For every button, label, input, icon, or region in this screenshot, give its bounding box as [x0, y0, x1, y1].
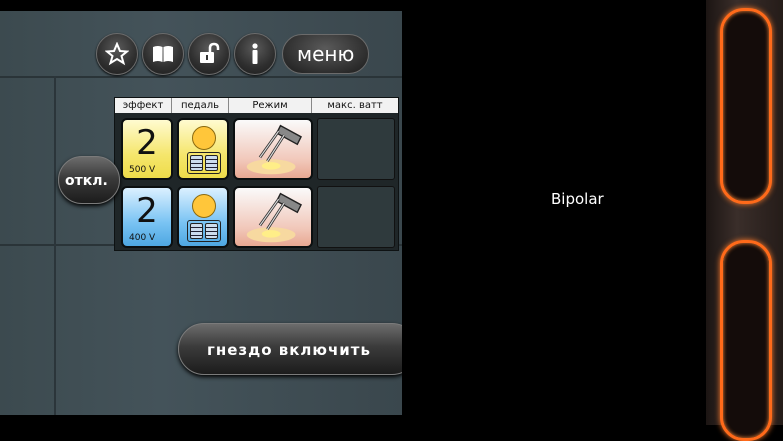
bipolar-forceps-icon — [246, 124, 302, 175]
toolbar: меню — [96, 33, 370, 75]
favorites-button[interactable] — [96, 33, 138, 75]
output-settings-panel: эффект педаль Режим макс. ватт 2 500 V 2… — [114, 97, 399, 251]
pedal-cell-row1[interactable] — [177, 118, 229, 180]
device-frame — [706, 0, 783, 441]
footswitch-icon — [187, 152, 221, 174]
top-bezel — [0, 0, 783, 11]
socket-slot-bottom — [720, 240, 772, 441]
effect-value: 2 — [136, 191, 158, 231]
menu-button[interactable]: меню — [282, 34, 370, 74]
effect-value: 2 — [136, 123, 158, 163]
manual-button[interactable] — [142, 33, 184, 75]
column-header-max-watt: макс. ватт — [327, 100, 383, 111]
divider — [54, 76, 56, 415]
divider — [0, 76, 402, 78]
max-watt-cell-row2[interactable] — [317, 186, 395, 248]
book-icon — [153, 46, 173, 62]
off-button[interactable]: откл. — [58, 156, 120, 204]
unlock-icon — [200, 42, 220, 63]
mode-cell-row1[interactable] — [233, 118, 313, 180]
socket-enable-button[interactable]: гнездо включить — [178, 323, 402, 375]
pedal-indicator-icon — [192, 194, 216, 218]
star-icon — [105, 42, 129, 66]
unlock-button[interactable] — [188, 33, 230, 75]
touch-screen: меню эффект педаль Режим макс. ватт 2 50… — [0, 11, 402, 415]
mode-cell-row2[interactable] — [233, 186, 313, 248]
effect-cell-row2[interactable]: 2 400 V — [121, 186, 173, 248]
socket-slot-top — [720, 8, 772, 204]
effect-cell-row1[interactable]: 2 500 V — [121, 118, 173, 180]
column-header-mode: Режим — [229, 98, 312, 113]
pedal-indicator-icon — [192, 126, 216, 150]
footswitch-icon — [187, 220, 221, 242]
info-icon — [252, 43, 258, 64]
pedal-cell-row2[interactable] — [177, 186, 229, 248]
column-header-pedal: педаль — [172, 98, 229, 113]
column-header-effect: эффект — [115, 98, 172, 113]
max-watt-cell-row1[interactable] — [317, 118, 395, 180]
panel-header: эффект педаль Режим макс. ватт — [115, 98, 398, 113]
voltage-value: 500 V — [129, 165, 156, 175]
mode-label: Bipolar — [551, 190, 604, 208]
voltage-value: 400 V — [129, 233, 156, 243]
bipolar-forceps-icon — [246, 192, 302, 243]
info-button[interactable] — [234, 33, 276, 75]
